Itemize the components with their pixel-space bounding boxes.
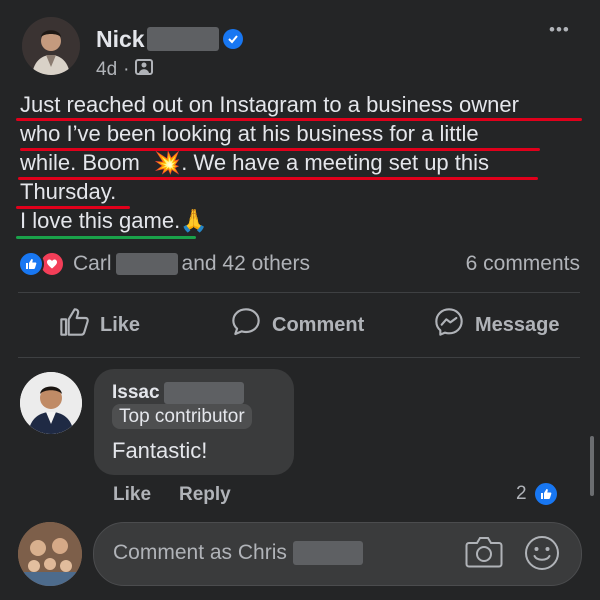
messenger-icon <box>433 306 465 344</box>
more-options-icon[interactable]: ••• <box>549 20 570 40</box>
reaction-summary[interactable]: Carl and 42 others 6 comments <box>18 249 580 279</box>
comment-like-button[interactable]: Like <box>113 484 151 506</box>
like-button-label: Like <box>100 313 141 336</box>
comment-icon <box>230 306 262 344</box>
comment-button-label: Comment <box>272 313 365 336</box>
audience-icon[interactable] <box>135 59 154 81</box>
message-button[interactable]: Message <box>433 306 560 344</box>
post-text: Just reached out on Instagram to a busin… <box>20 90 590 235</box>
comment-author-row: Issac <box>112 381 244 405</box>
explosion-emoji: 💥 <box>153 150 182 175</box>
scrollbar[interactable] <box>590 436 594 496</box>
reactor-name: Carl <box>73 252 112 275</box>
verified-badge-icon <box>222 29 243 49</box>
divider <box>18 292 580 293</box>
divider <box>18 357 580 358</box>
like-reaction-icon <box>18 251 44 277</box>
red-underline-2 <box>20 148 540 151</box>
comment-reaction-count: 2 <box>516 483 527 504</box>
post-text-line: who I’ve been looking at his business fo… <box>20 121 479 146</box>
reaction-others: and 42 others <box>181 252 310 275</box>
post-text-line: Just reached out on Instagram to a busin… <box>20 92 519 117</box>
post-text-line: I love this game.🙏 <box>20 208 208 233</box>
message-button-label: Message <box>475 313 560 336</box>
pray-emoji: 🙏 <box>180 208 208 233</box>
redacted-surname <box>146 27 219 51</box>
comments-count[interactable]: 6 comments <box>466 252 580 276</box>
redacted-my-surname <box>292 541 363 565</box>
like-reaction-icon <box>532 481 559 507</box>
comment-reaction-count-row[interactable]: 2 <box>516 481 559 507</box>
redacted-reactor-surname <box>115 253 178 275</box>
red-underline-3 <box>18 177 538 180</box>
red-underline-4 <box>16 206 130 209</box>
author-avatar[interactable] <box>22 17 80 75</box>
like-button[interactable]: Like <box>58 306 140 344</box>
emoji-icon[interactable] <box>524 535 560 576</box>
redacted-commenter-surname <box>163 382 244 404</box>
meta-separator: · <box>123 59 130 80</box>
top-contributor-badge: Top contributor <box>112 404 252 429</box>
thumbs-up-icon <box>58 306 90 344</box>
post-age[interactable]: 4d <box>96 59 117 81</box>
post-text-line: Thursday. <box>20 179 117 204</box>
red-underline-1 <box>16 118 582 121</box>
post-meta: 4d · <box>96 58 154 82</box>
commenter-avatar[interactable] <box>20 372 82 434</box>
my-avatar[interactable] <box>18 522 82 586</box>
green-underline <box>16 236 196 239</box>
author-name[interactable]: Nick <box>96 26 145 53</box>
comment-button[interactable]: Comment <box>230 306 364 344</box>
comment-reply-button[interactable]: Reply <box>179 484 231 506</box>
comment-text: Fantastic! <box>112 438 208 463</box>
author-name-row: Nick <box>96 25 243 53</box>
comment-placeholder: Comment as Chris <box>113 541 287 564</box>
comment-author[interactable]: Issac <box>112 382 160 404</box>
camera-icon[interactable] <box>465 535 503 574</box>
comment-placeholder-row: Comment as Chris <box>113 541 363 565</box>
post-text-line: while. Boom 💥. We have a meeting set up t… <box>20 150 490 175</box>
